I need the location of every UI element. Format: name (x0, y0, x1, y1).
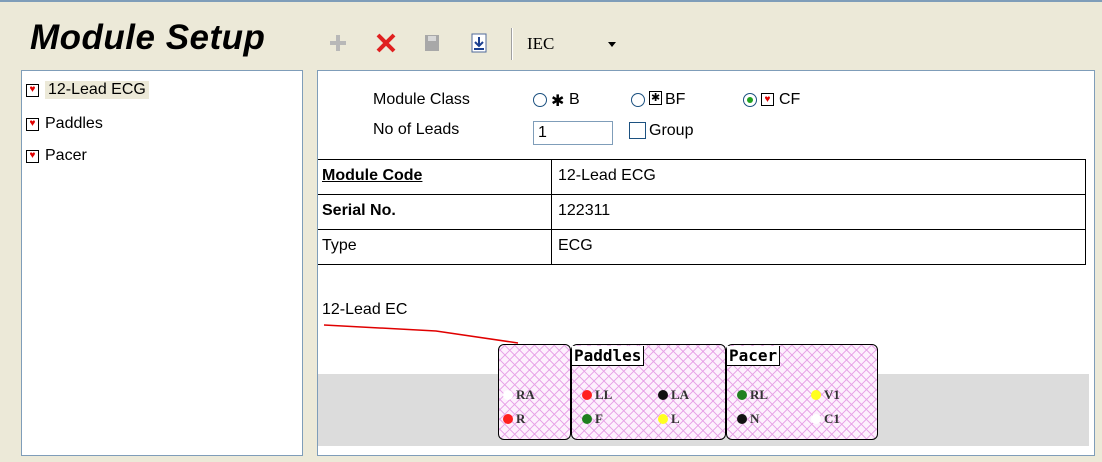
tree-item-paddles[interactable]: ♥ Paddles (26, 114, 103, 134)
pin-dot (658, 414, 668, 424)
pin-dot (503, 414, 513, 424)
property-grid: Module Code 12-Lead ECG Serial No. 12231… (318, 159, 1086, 265)
tree-item-label: Paddles (45, 115, 103, 132)
module-tree[interactable]: ♥ 12-Lead ECG ♥ Paddles ♥ Pacer (21, 70, 303, 456)
import-icon[interactable] (468, 32, 490, 54)
property-key: Module Code (318, 160, 552, 194)
pin-label: V1 (824, 387, 840, 402)
pin-dot (503, 390, 513, 400)
pin[interactable]: F (582, 411, 603, 427)
pin[interactable]: L (658, 411, 680, 427)
pin[interactable]: N (737, 411, 759, 427)
pin-label: RA (516, 387, 535, 402)
pin-label: C1 (824, 411, 840, 426)
connector-paddles[interactable]: Paddles LL LA F L (571, 344, 726, 440)
connector-title: Paddles (572, 346, 645, 366)
heart-icon: ♥ (26, 83, 39, 97)
page-title: Module Setup (30, 18, 266, 57)
table-row[interactable]: Type ECG (318, 230, 1086, 265)
class-bf-label: BF (665, 91, 686, 108)
tree-item-label: Pacer (45, 147, 87, 164)
pin-label: RL (750, 387, 769, 402)
pin-label: F (595, 411, 603, 426)
module-detail-panel: Module Class ✱ B ✱ BF ♥ CF No of Leads G… (317, 70, 1095, 456)
save-icon[interactable] (421, 32, 443, 54)
radio-class-b[interactable] (533, 93, 547, 107)
pin-label: LA (671, 387, 690, 402)
group-label: Group (649, 122, 694, 139)
pin-label: N (750, 411, 760, 426)
tree-item-pacer[interactable]: ♥ Pacer (26, 146, 87, 166)
tree-item-12-lead-ecg[interactable]: ♥ 12-Lead ECG (26, 80, 149, 100)
property-value[interactable]: 12-Lead ECG (558, 167, 656, 185)
pin[interactable]: RA (503, 387, 535, 403)
table-row[interactable]: Serial No. 122311 (318, 195, 1086, 230)
pin-dot (811, 390, 821, 400)
pin[interactable]: LL (582, 387, 612, 403)
table-row[interactable]: Module Code 12-Lead ECG (318, 160, 1086, 195)
diagram-label: 12-Lead EC (322, 301, 408, 318)
connector-block[interactable]: RA R (498, 344, 571, 440)
class-b-label: B (569, 91, 580, 108)
toolbar: Module Setup IEC (0, 2, 1102, 66)
pin-label: L (671, 411, 680, 426)
pin-dot (811, 414, 821, 424)
person-box-icon: ✱ (649, 91, 663, 105)
pin[interactable]: R (503, 411, 525, 427)
delete-icon[interactable] (375, 32, 397, 54)
pin[interactable]: C1 (811, 411, 840, 427)
group-checkbox[interactable] (629, 122, 646, 139)
class-cf-label: CF (779, 91, 801, 108)
radio-class-cf[interactable] (743, 93, 757, 107)
leads-label: No of Leads (373, 121, 460, 138)
chevron-down-icon[interactable] (608, 42, 616, 47)
radio-class-bf[interactable] (631, 93, 645, 107)
standard-dropdown[interactable]: IEC (527, 34, 554, 54)
pin-dot (658, 390, 668, 400)
grid-border (1085, 159, 1086, 264)
pin[interactable]: V1 (811, 387, 840, 403)
pin[interactable]: RL (737, 387, 768, 403)
connector-pacer[interactable]: Pacer RL V1 N C1 (726, 344, 878, 440)
property-key: Serial No. (318, 195, 552, 229)
pin[interactable]: LA (658, 387, 689, 403)
pin-dot (737, 390, 747, 400)
pin-dot (737, 414, 747, 424)
heart-icon: ♥ (26, 149, 39, 163)
property-value[interactable]: ECG (558, 237, 593, 255)
heart-icon: ♥ (761, 93, 774, 106)
pin-dot (582, 414, 592, 424)
person-icon: ✱ (551, 93, 565, 110)
property-value[interactable]: 122311 (558, 202, 610, 220)
add-icon[interactable] (327, 32, 349, 54)
module-class-label: Module Class (373, 91, 470, 108)
property-key: Type (318, 230, 552, 264)
leads-input[interactable] (533, 121, 613, 145)
pin-label: R (516, 411, 526, 426)
connector-title: Pacer (727, 346, 781, 366)
pin-label: LL (595, 387, 613, 402)
pin-dot (582, 390, 592, 400)
toolbar-separator (511, 28, 513, 60)
connector-line (323, 324, 519, 344)
tree-item-label: 12-Lead ECG (45, 81, 149, 99)
heart-icon: ♥ (26, 117, 39, 131)
